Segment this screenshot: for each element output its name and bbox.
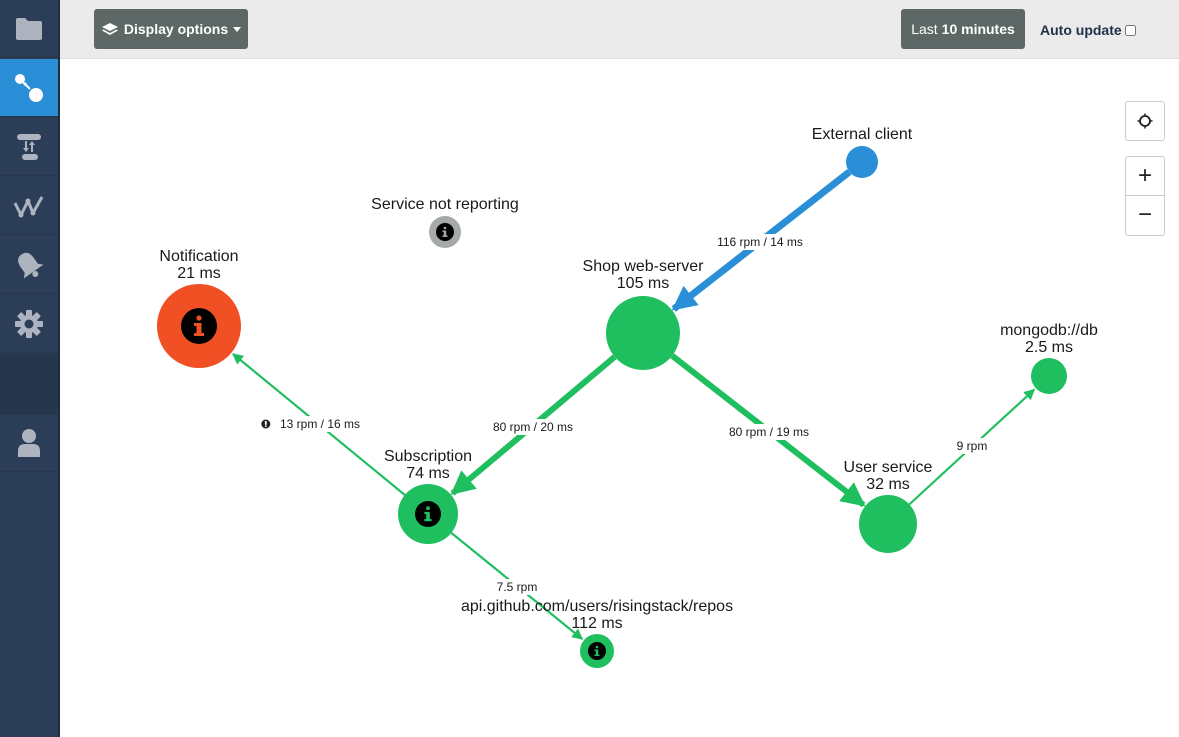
node-shop[interactable]: Shop web-server105 ms: [583, 258, 705, 370]
node-notification[interactable]: Notification21 ms: [157, 248, 241, 368]
node-name: Shop web-server: [583, 258, 705, 275]
sidebar-item-services[interactable]: [0, 118, 58, 176]
node-circle[interactable]: [606, 296, 680, 370]
transfer-icon: [17, 133, 41, 160]
edge-label-text: 9 rpm: [957, 439, 988, 453]
time-range-button[interactable]: Last 10 minutes: [901, 9, 1025, 49]
node-latency: 105 ms: [617, 275, 669, 292]
display-options-label: Display options: [123, 21, 229, 37]
node-circle[interactable]: [859, 495, 917, 553]
edge-label: 13 rpm / 16 ms: [259, 416, 367, 432]
edge-label: 116 rpm / 14 ms: [710, 234, 810, 250]
sidebar-item-profile[interactable]: [0, 414, 58, 472]
node-subscription[interactable]: Subscription74 ms: [384, 448, 472, 544]
node-circle[interactable]: [1031, 358, 1067, 394]
node-name: External client: [812, 126, 913, 143]
sidebar-item-projects[interactable]: [0, 0, 58, 58]
service-topology-graph: 116 rpm / 14 ms 80 rpm / 20 ms 80 rpm / 19…: [157, 126, 1098, 668]
info-icon[interactable]: [181, 308, 217, 344]
node-user[interactable]: User service32 ms: [844, 459, 933, 553]
edge-label-text: 7.5 rpm: [497, 580, 538, 594]
display-options-button[interactable]: Display options: [94, 9, 248, 49]
edge-label: 80 rpm / 19 ms: [722, 424, 816, 440]
info-icon[interactable]: [436, 223, 454, 241]
warning-icon: [261, 419, 271, 429]
node-external[interactable]: External client: [812, 126, 913, 178]
node-name: api.github.com/users/risingstack/repos: [461, 598, 733, 615]
auto-update-checkbox[interactable]: [1124, 24, 1136, 36]
time-range-prefix: Last: [911, 21, 938, 37]
node-notreporting[interactable]: Service not reporting: [371, 196, 519, 248]
edge-label: 9 rpm: [955, 438, 989, 454]
node-name: Subscription: [384, 448, 472, 465]
sidebar-item-alerts[interactable]: [0, 236, 58, 294]
node-circle[interactable]: [846, 146, 878, 178]
folder-icon: [16, 17, 42, 40]
edge-label-text: 116 rpm / 14 ms: [717, 235, 803, 249]
edge-label-text: 13 rpm / 16 ms: [280, 417, 360, 431]
node-name: Notification: [159, 248, 238, 265]
node-latency: 21 ms: [177, 265, 221, 282]
gear-icon: [15, 309, 43, 338]
topology-icon: [15, 73, 43, 102]
node-name: Service not reporting: [371, 196, 519, 213]
bell-icon: [18, 252, 44, 278]
toolbar: Display options Last 10 minutes Auto upda…: [60, 0, 1179, 59]
edge-label-text: 80 rpm / 19 ms: [729, 425, 809, 439]
node-name: mongodb://db: [1000, 322, 1098, 339]
node-latency: 112 ms: [571, 615, 622, 632]
info-icon[interactable]: [588, 642, 606, 660]
layers-icon: [101, 23, 118, 35]
sidebar-item-topology[interactable]: [0, 59, 58, 117]
node-latency: 2.5 ms: [1025, 339, 1073, 356]
time-range-value: 10 minutes: [941, 21, 1015, 37]
sidebar-item-metrics[interactable]: [0, 177, 58, 235]
sidebar: [0, 0, 60, 737]
metrics-icon: [13, 195, 44, 217]
auto-update-label: Auto update: [1040, 22, 1122, 38]
node-latency: 74 ms: [406, 465, 450, 482]
node-name: User service: [844, 459, 933, 476]
sidebar-spacer: [0, 354, 58, 414]
edge-label-text: 80 rpm / 20 ms: [493, 420, 573, 434]
sidebar-item-settings[interactable]: [0, 295, 58, 353]
edge-label: 80 rpm / 20 ms: [486, 419, 580, 435]
auto-update-toggle[interactable]: Auto update: [1040, 22, 1136, 38]
node-mongodb[interactable]: mongodb://db2.5 ms: [1000, 322, 1098, 394]
caret-down-icon: [233, 26, 242, 32]
node-latency: 32 ms: [866, 476, 910, 493]
info-icon[interactable]: [415, 501, 441, 527]
node-github[interactable]: api.github.com/users/risingstack/repos11…: [461, 598, 733, 668]
user-icon: [18, 428, 40, 457]
edge-label: 7.5 rpm: [493, 579, 541, 595]
